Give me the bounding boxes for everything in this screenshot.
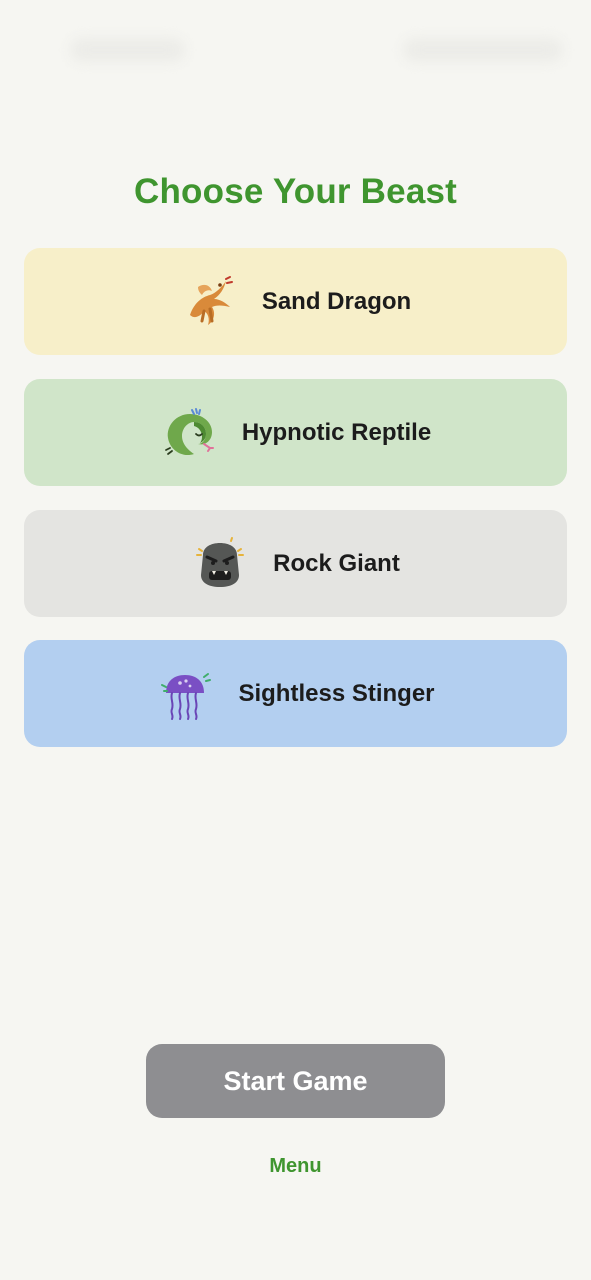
beast-option-rock-giant[interactable]: Rock Giant — [24, 510, 567, 617]
beast-label: Sand Dragon — [261, 287, 412, 315]
sand-dragon-icon — [180, 273, 238, 331]
snake-icon — [160, 404, 218, 462]
beast-label: Sightless Stinger — [238, 679, 435, 707]
beast-option-hypnotic-reptile[interactable]: Hypnotic Reptile — [24, 379, 567, 486]
menu-link[interactable]: Menu — [0, 1155, 591, 1178]
beast-label: Hypnotic Reptile — [241, 418, 432, 446]
rock-giant-icon — [191, 535, 249, 593]
start-game-button[interactable]: Start Game — [146, 1044, 445, 1118]
beast-label: Rock Giant — [273, 549, 400, 577]
beast-option-sand-dragon[interactable]: Sand Dragon — [24, 248, 567, 355]
beast-option-sightless-stinger[interactable]: Sightless Stinger — [24, 640, 567, 747]
status-bar-right — [403, 38, 563, 62]
jellyfish-icon — [156, 665, 214, 723]
page-title: Choose Your Beast — [133, 172, 457, 211]
status-bar-left — [70, 38, 185, 62]
